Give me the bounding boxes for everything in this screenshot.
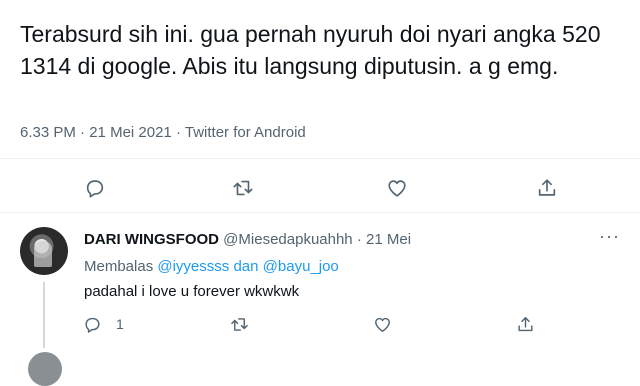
meta-separator: · xyxy=(80,124,86,141)
tweet-time[interactable]: 6.33 PM xyxy=(20,124,76,141)
share-button[interactable] xyxy=(533,174,561,202)
meta-separator: · xyxy=(175,124,181,141)
share-icon xyxy=(538,179,556,196)
retweet-button[interactable] xyxy=(229,174,257,202)
reply-button[interactable] xyxy=(81,174,109,202)
reply-date[interactable]: 21 Mei xyxy=(366,231,411,248)
divider xyxy=(0,158,640,159)
share-icon xyxy=(517,316,533,331)
tweet-source[interactable]: Twitter for Android xyxy=(185,124,306,141)
like-icon xyxy=(374,317,390,332)
replying-to: Membalas @iyyessss dan @bayu_joo xyxy=(84,258,339,275)
like-button[interactable] xyxy=(383,174,411,202)
replying-and: dan xyxy=(233,258,259,275)
reply-separator: · xyxy=(356,231,362,248)
reply-count: 1 xyxy=(116,316,124,332)
replying-user-link[interactable]: @bayu_joo xyxy=(263,258,339,275)
reply-retweet-button[interactable] xyxy=(227,312,251,336)
reply-reply-button[interactable] xyxy=(80,312,104,336)
more-options-icon[interactable]: ··· xyxy=(599,226,620,247)
tweet-actions xyxy=(0,172,640,204)
next-avatar[interactable] xyxy=(28,352,62,386)
reply-header: DARI WINGSFOOD @Miesedapkuahhh · 21 Mei xyxy=(84,231,411,248)
retweet-icon xyxy=(233,180,253,196)
avatar-figure xyxy=(34,241,52,267)
reply-author-handle[interactable]: @Miesedapkuahhh xyxy=(223,231,352,248)
reply-author-name[interactable]: DARI WINGSFOOD xyxy=(84,231,219,248)
reply-like-button[interactable] xyxy=(370,312,394,336)
like-icon xyxy=(388,180,406,197)
reply-icon xyxy=(84,317,100,333)
replying-prefix: Membalas xyxy=(84,258,154,275)
reply-icon xyxy=(86,180,104,198)
tweet-text: Terabsurd sih ini. gua pernah nyuruh doi… xyxy=(20,21,607,79)
reply-text: padahal i love u forever wkwkwk xyxy=(84,283,300,300)
avatar[interactable] xyxy=(20,227,68,275)
retweet-icon xyxy=(230,317,248,331)
replying-user-link[interactable]: @iyyessss xyxy=(157,258,229,275)
tweet-meta: 6.33 PM · 21 Mei 2021 · Twitter for Andr… xyxy=(20,124,306,141)
tweet-date[interactable]: 21 Mei 2021 xyxy=(89,124,172,141)
reply-actions: 1 xyxy=(0,312,640,336)
reply-share-button[interactable] xyxy=(513,312,537,336)
divider xyxy=(0,212,640,213)
